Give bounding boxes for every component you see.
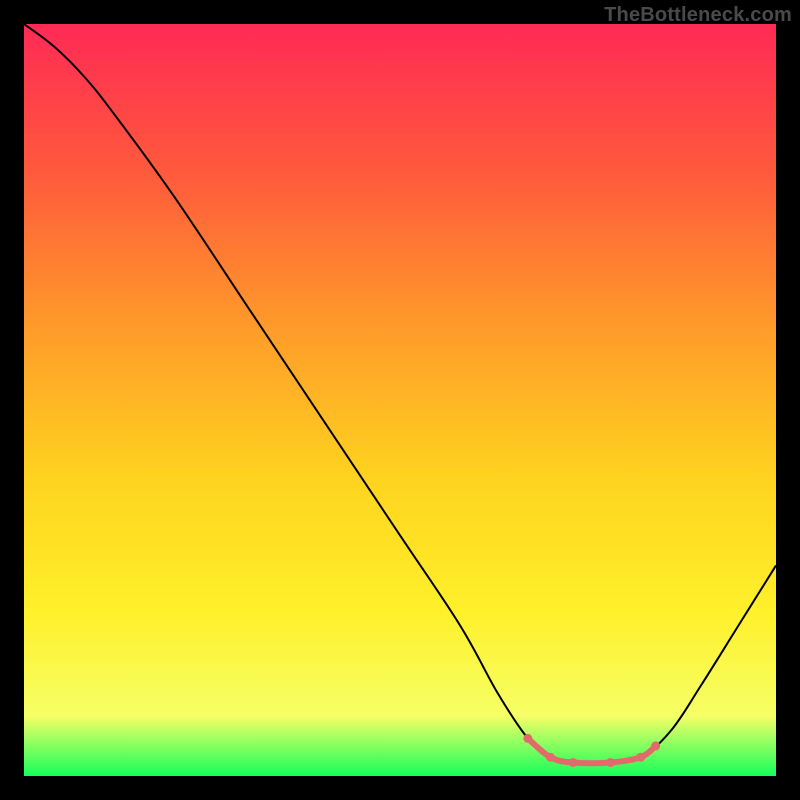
- valley-dot: [523, 734, 532, 743]
- valley-dot: [568, 758, 577, 767]
- gradient-background: [24, 24, 776, 776]
- valley-dot: [651, 741, 660, 750]
- bottleneck-chart: [24, 24, 776, 776]
- valley-dot: [636, 753, 645, 762]
- valley-dot: [606, 758, 615, 767]
- valley-dot: [546, 753, 555, 762]
- attribution-label: TheBottleneck.com: [604, 4, 792, 27]
